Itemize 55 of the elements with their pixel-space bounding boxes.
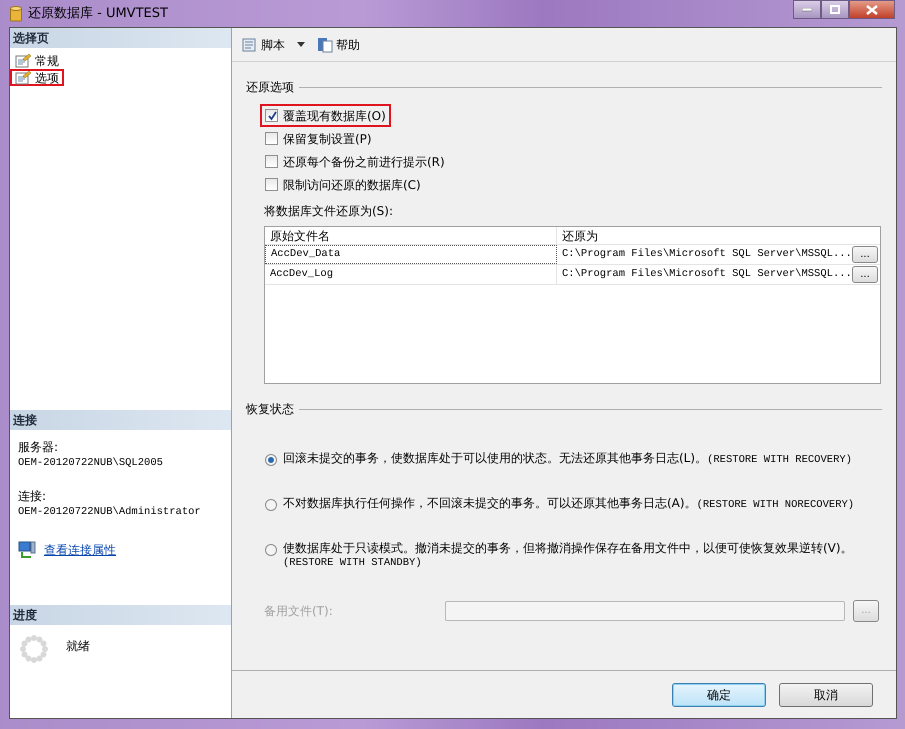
help-icon bbox=[317, 36, 333, 52]
standby-file-field[interactable] bbox=[445, 601, 845, 621]
dialog-button[interactable]: 确定 bbox=[672, 682, 766, 706]
close-button[interactable] bbox=[849, 0, 895, 19]
maximize-icon bbox=[830, 5, 840, 14]
page-item[interactable]: 常规 bbox=[10, 52, 64, 69]
checkbox[interactable] bbox=[265, 178, 278, 191]
radio-label: 使数据库处于只读模式。撤消未提交的事务，但将撤消操作保存在备用文件中，以便可使恢复效果逆转(V)。 (RESTORE WITH STANDBY) bbox=[283, 542, 854, 570]
dropdown-caret-icon[interactable] bbox=[297, 42, 305, 47]
connection-icon bbox=[18, 541, 36, 559]
progress-status: 就绪 bbox=[66, 638, 90, 655]
connection-value: OEM-20120722NUB\SQL2005 bbox=[18, 456, 164, 470]
table-cell[interactable]: AccDev_Data bbox=[265, 245, 557, 264]
minimize-button[interactable] bbox=[793, 0, 821, 19]
table-cell[interactable]: AccDev_Log bbox=[265, 265, 557, 284]
script-button[interactable]: 脚本 bbox=[238, 36, 287, 54]
maximize-button[interactable] bbox=[821, 0, 849, 19]
table-cell-text: C:\Program Files\Microsoft SQL Server\MSSQL... bbox=[561, 266, 852, 282]
window-title: 还原数据库 - UMVTEST bbox=[28, 4, 168, 23]
group-title: 恢复状态 bbox=[246, 401, 294, 418]
spinner-icon bbox=[18, 633, 50, 665]
column-header: 原始文件名 bbox=[265, 227, 557, 244]
radio-button[interactable] bbox=[265, 454, 277, 466]
files-label: 将数据库文件还原为(S): bbox=[264, 203, 394, 220]
page-icon bbox=[15, 53, 31, 68]
connection-properties-link[interactable]: 查看连接属性 bbox=[44, 541, 116, 559]
checkbox-label: 覆盖现有数据库(O) bbox=[283, 108, 386, 124]
connection-label: 服务器: bbox=[18, 438, 60, 456]
browse-button[interactable]: ... bbox=[852, 266, 878, 283]
radio-button[interactable] bbox=[265, 544, 277, 556]
connection-value: OEM-20120722NUB\Administrator bbox=[18, 505, 202, 520]
radio-button[interactable] bbox=[265, 499, 277, 511]
section-header: 连接 bbox=[10, 410, 231, 430]
checkbox[interactable] bbox=[265, 109, 278, 122]
page-icon bbox=[15, 70, 31, 85]
minimize-icon bbox=[802, 8, 812, 12]
checkbox-label: 还原每个备份之前进行提示(R) bbox=[283, 154, 445, 170]
standby-file-label: 备用文件(T): bbox=[264, 603, 334, 620]
section-header: 进度 bbox=[10, 605, 231, 625]
connection-label: 连接: bbox=[18, 488, 48, 506]
group-title: 还原选项 bbox=[246, 79, 294, 96]
database-icon bbox=[10, 6, 22, 22]
page-item[interactable]: 选项 bbox=[10, 69, 64, 86]
column-header: 还原为 bbox=[561, 228, 599, 244]
checkbox[interactable] bbox=[265, 155, 278, 168]
table-cell-text: C:\Program Files\Microsoft SQL Server\MSSQL... bbox=[561, 246, 852, 262]
help-button[interactable]: 帮助 bbox=[315, 36, 362, 54]
browse-button[interactable]: ... bbox=[852, 246, 878, 263]
dialog-button[interactable]: 取消 bbox=[779, 682, 873, 706]
checkbox-label: 保留复制设置(P) bbox=[283, 130, 372, 148]
section-header: 选择页 bbox=[10, 28, 231, 48]
script-icon bbox=[240, 36, 258, 52]
checkbox-label: 限制访问还原的数据库(C) bbox=[283, 176, 421, 194]
checkbox[interactable] bbox=[265, 132, 278, 145]
close-icon bbox=[866, 4, 878, 14]
